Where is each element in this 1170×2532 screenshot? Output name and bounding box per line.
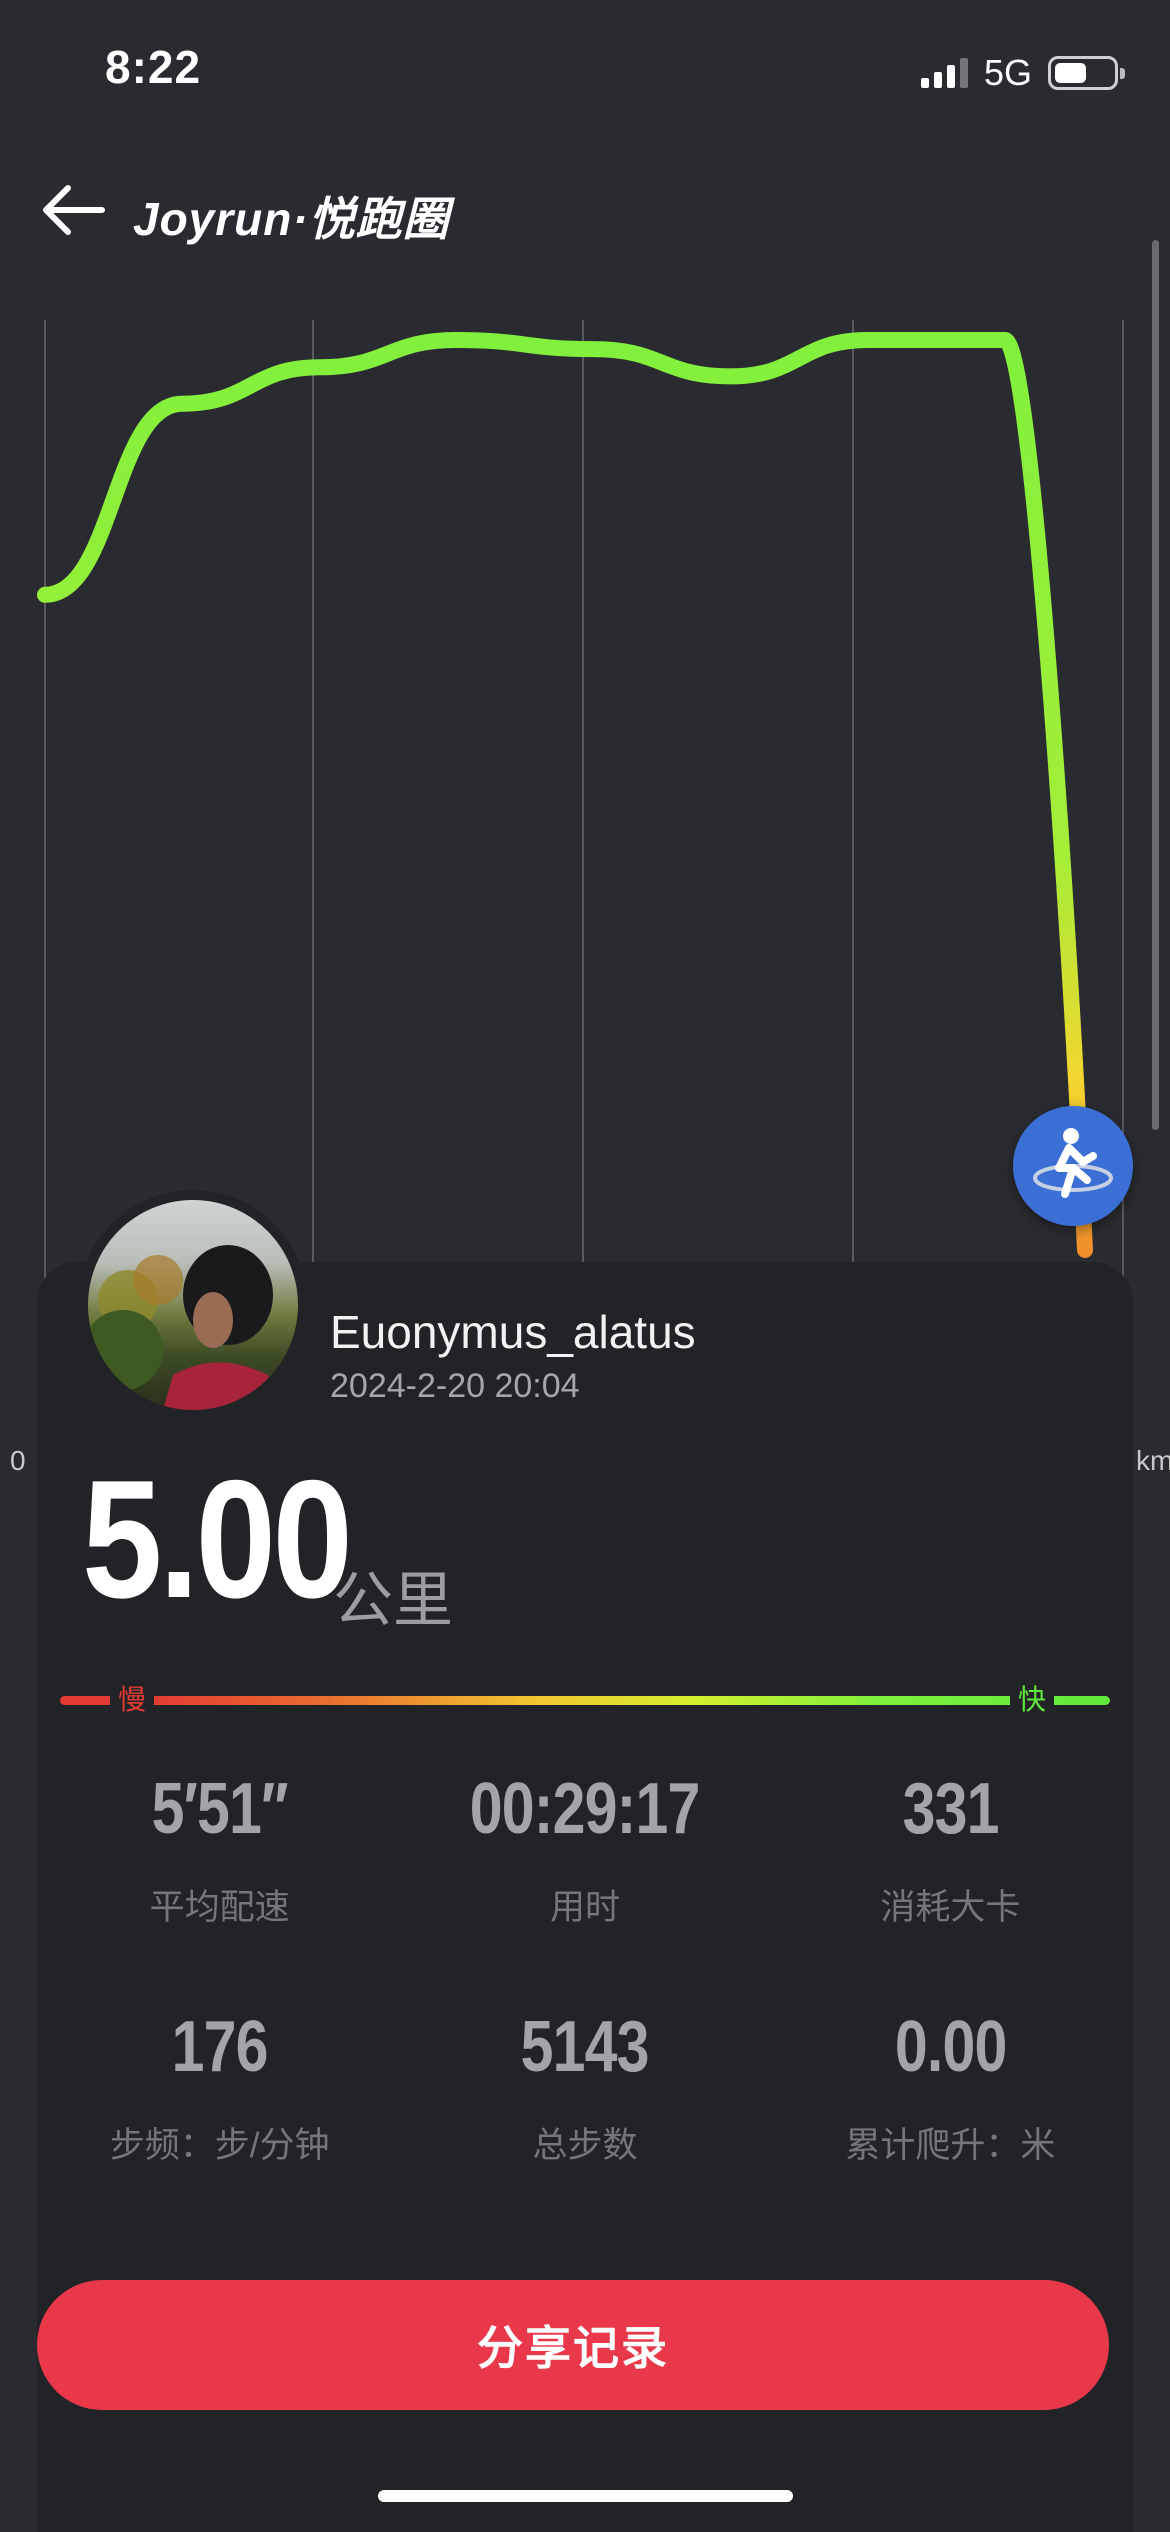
pace-gradient-line	[60, 1696, 1110, 1705]
scrollbar[interactable]	[1152, 240, 1159, 1130]
stat-value: 176	[171, 2007, 269, 2088]
status-bar: 8:22 5G	[0, 0, 1170, 150]
stat-avg-pace: 5′51′′ 平均配速	[37, 1769, 402, 1930]
battery-fill	[1055, 63, 1086, 83]
avatar-photo	[88, 1200, 298, 1410]
nav-bar: Joyrun·悦跑圈	[0, 160, 1170, 260]
x-axis-start-label: 0	[10, 1445, 26, 1476]
stat-label: 用时	[549, 1888, 620, 1928]
chart-grid	[44, 320, 1124, 1300]
stat-label: 消耗大卡	[880, 1888, 1021, 1928]
status-time: 8:22	[105, 41, 202, 93]
stat-calories: 331 消耗大卡	[768, 1769, 1133, 1930]
signal-icon	[920, 58, 968, 88]
pace-legend-bar: 慢 快	[60, 1680, 1110, 1720]
app-title: Joyrun·悦跑圈	[133, 193, 450, 245]
status-indicators: 5G	[920, 52, 1125, 94]
avatar[interactable]	[78, 1190, 308, 1420]
stat-total-steps: 5143 总步数	[402, 2007, 767, 2168]
stat-cadence: 176 步频：步/分钟	[37, 2007, 402, 2168]
username: Euonymus_alatus	[330, 1306, 696, 1358]
pace-series-line	[37, 332, 1093, 1258]
stat-label: 累计爬升：米	[845, 2126, 1056, 2166]
battery-icon	[1048, 56, 1125, 90]
stat-value: 5′51′′	[151, 1769, 289, 1849]
stat-elevation-gain: 0.00 累计爬升：米	[768, 2007, 1133, 2168]
runner-icon	[1033, 1128, 1113, 1198]
distance-value: 5.00	[82, 1445, 353, 1633]
stat-value: 5143	[520, 2007, 650, 2088]
pace-fast-label: 快	[1010, 1680, 1055, 1720]
stats-grid: 5′51′′ 平均配速 00:29:17 用时 331 消耗大卡 176 步频：…	[37, 1769, 1133, 2168]
x-axis-end-label: km	[1136, 1445, 1170, 1476]
arrow-left-icon	[43, 185, 105, 235]
distance-unit: 公里	[333, 1567, 453, 1634]
home-indicator[interactable]	[378, 2490, 793, 2502]
stat-duration: 00:29:17 用时	[402, 1769, 767, 1930]
pace-slow-label: 慢	[110, 1680, 155, 1720]
stat-label: 总步数	[532, 2126, 638, 2166]
stat-value: 0.00	[894, 2007, 1007, 2088]
stat-value: 331	[902, 1769, 999, 1849]
stat-label: 步频：步/分钟	[109, 2126, 330, 2166]
network-label: 5G	[983, 52, 1032, 93]
pace-chart	[37, 320, 1124, 1300]
stat-label: 平均配速	[149, 1888, 290, 1928]
back-button[interactable]	[38, 180, 108, 240]
run-date: 2024-2-20 20:04	[330, 1367, 580, 1405]
share-record-button[interactable]: 分享记录	[37, 2280, 1109, 2410]
runner-map-button[interactable]	[1013, 1106, 1133, 1226]
stat-value: 00:29:17	[470, 1769, 701, 1849]
